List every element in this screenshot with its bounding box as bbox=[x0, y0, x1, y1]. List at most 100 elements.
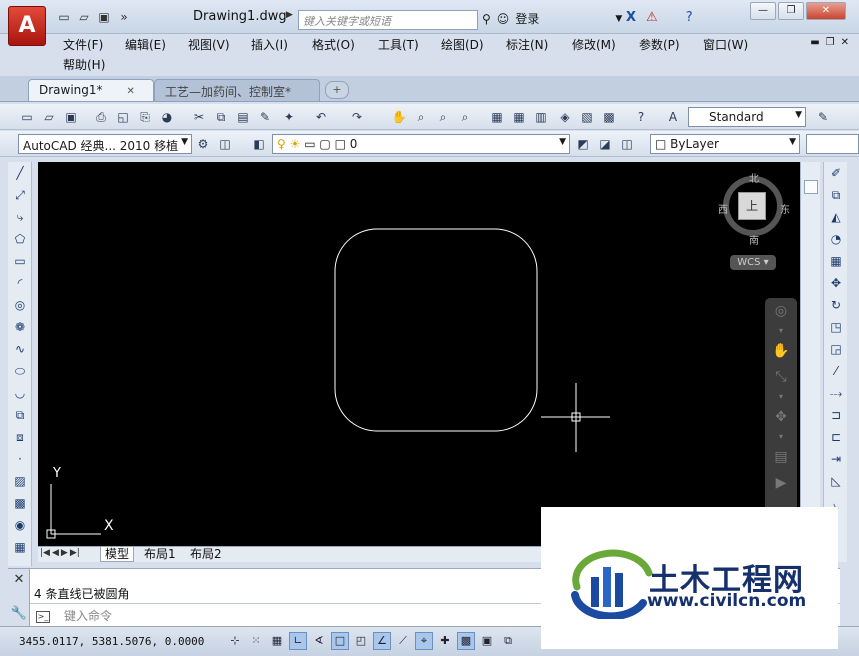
steering-wheel-icon[interactable]: ◎ bbox=[765, 298, 797, 324]
paste-icon[interactable]: ▤ bbox=[234, 108, 252, 126]
search-input[interactable]: 键入关键字或短语 bbox=[298, 10, 478, 30]
workspace-settings-icon[interactable]: ⚙ bbox=[194, 135, 212, 153]
polar-icon[interactable]: ∢ bbox=[310, 632, 328, 650]
compass-east[interactable]: 东 bbox=[780, 201, 790, 216]
text-style-select[interactable]: Standard ▼ bbox=[688, 107, 806, 127]
new-icon[interactable]: ▭ bbox=[18, 108, 36, 126]
circle-icon[interactable]: ◎ bbox=[8, 294, 32, 316]
copy-icon[interactable]: ⧉ bbox=[212, 108, 230, 126]
nav-chevron-icon[interactable]: ▾ bbox=[765, 324, 797, 338]
more-icon[interactable]: » bbox=[116, 9, 132, 25]
polyline-icon[interactable]: ⤷ bbox=[8, 206, 32, 228]
offset-icon[interactable]: ◔ bbox=[824, 228, 848, 250]
transparency-icon[interactable]: ▩ bbox=[457, 632, 475, 650]
grid-icon[interactable]: ▦ bbox=[268, 632, 286, 650]
region-icon[interactable]: ◉ bbox=[8, 514, 32, 536]
ortho-icon[interactable]: ∟ bbox=[289, 632, 307, 650]
compass-south[interactable]: 南 bbox=[749, 232, 759, 247]
dyn-icon[interactable]: ⌖ bbox=[415, 632, 433, 650]
selection-cycling-icon[interactable]: ⧉ bbox=[499, 632, 517, 650]
menu-dimension[interactable]: 标注(N) bbox=[506, 36, 548, 53]
open-file-icon[interactable]: ▱ bbox=[76, 9, 92, 25]
extend-icon[interactable]: ⤏ bbox=[824, 382, 848, 404]
command-prompt-icon[interactable]: >_ bbox=[36, 610, 50, 623]
customize-icon[interactable]: 🔧 bbox=[8, 603, 30, 625]
communication-icon[interactable]: ⚠ bbox=[646, 10, 658, 25]
scale-icon[interactable]: ◳ bbox=[824, 316, 848, 338]
move-icon[interactable]: ✥ bbox=[824, 272, 848, 294]
zoom-realtime-icon[interactable]: ⌕ bbox=[412, 108, 430, 126]
arc-icon[interactable]: ◜ bbox=[8, 272, 32, 294]
hatch-icon[interactable]: ▨ bbox=[8, 470, 32, 492]
doc-close-icon[interactable]: ✕ bbox=[841, 37, 849, 48]
rectangle-icon[interactable]: ▭ bbox=[8, 250, 32, 272]
menu-insert[interactable]: 插入(I) bbox=[251, 36, 288, 53]
stretch-icon[interactable]: ◲ bbox=[824, 338, 848, 360]
quick-properties-icon[interactable]: ▣ bbox=[478, 632, 496, 650]
erase-icon[interactable]: ✐ bbox=[824, 162, 848, 184]
showmotion-icon[interactable]: ▤ bbox=[765, 444, 797, 470]
array-icon[interactable]: ▦ bbox=[824, 250, 848, 272]
next-layout-icon[interactable]: ▶ bbox=[61, 548, 68, 558]
line-icon[interactable]: ╱ bbox=[8, 162, 32, 184]
polygon-icon[interactable]: ⬠ bbox=[8, 228, 32, 250]
ellipse-arc-icon[interactable]: ◡ bbox=[8, 382, 32, 404]
menu-edit[interactable]: 编辑(E) bbox=[125, 36, 166, 53]
chamfer-icon[interactable]: ◺ bbox=[824, 470, 848, 492]
copy-object-icon[interactable]: ⧉ bbox=[824, 184, 848, 206]
new-file-icon[interactable]: ▭ bbox=[56, 9, 72, 25]
layer-previous-icon[interactable]: ◪ bbox=[596, 135, 614, 153]
3d-dwf-icon[interactable]: ◕ bbox=[158, 108, 176, 126]
viewcube-top-face[interactable]: 上 bbox=[738, 192, 766, 220]
save-icon[interactable]: ▣ bbox=[96, 9, 112, 25]
layer-properties-icon[interactable]: ◧ bbox=[250, 135, 268, 153]
play-icon[interactable]: ▶ bbox=[765, 470, 797, 496]
text-style-icon[interactable]: A bbox=[664, 108, 682, 126]
insert-block-icon[interactable]: ⧉ bbox=[8, 404, 32, 426]
layer-states-icon[interactable]: ◫ bbox=[618, 135, 636, 153]
tab-layout2[interactable]: 布局2 bbox=[186, 547, 226, 562]
menu-draw[interactable]: 绘图(D) bbox=[441, 36, 484, 53]
snap-mode-icon[interactable]: ⁙ bbox=[247, 632, 265, 650]
nav-chevron-icon[interactable]: ▾ bbox=[765, 390, 797, 404]
tool-palettes-icon[interactable]: ▥ bbox=[532, 108, 550, 126]
new-tab-button[interactable]: + bbox=[325, 81, 349, 99]
tab-drawing1[interactable]: Drawing1* ✕ bbox=[28, 79, 154, 101]
markup-icon[interactable]: ▧ bbox=[578, 108, 596, 126]
ducs-icon[interactable]: ⟋ bbox=[394, 632, 412, 650]
workspace-toggle-icon[interactable]: ◫ bbox=[216, 135, 234, 153]
wcs-menu[interactable]: WCS ▾ bbox=[730, 255, 776, 270]
lineweight-icon[interactable]: ✚ bbox=[436, 632, 454, 650]
prev-layout-icon[interactable]: ◀ bbox=[52, 548, 59, 558]
drawing-canvas[interactable]: Y X 上 北 南 东 西 WCS ▾ ◎ ▾ ✋ ⤡ ▾ ✥ ▾ ▤ ▶ bbox=[38, 162, 800, 546]
binoculars-icon[interactable]: ⚲ bbox=[482, 12, 491, 26]
restore-button[interactable]: ❐ bbox=[778, 2, 804, 20]
rotate-icon[interactable]: ↻ bbox=[824, 294, 848, 316]
first-layout-icon[interactable]: |◀ bbox=[40, 548, 50, 558]
print-icon[interactable]: ⎙ bbox=[92, 108, 110, 126]
vertical-scrollbar[interactable] bbox=[800, 162, 820, 546]
ellipse-icon[interactable]: ⬭ bbox=[8, 360, 32, 382]
point-icon[interactable]: · bbox=[8, 448, 32, 470]
nav-chevron-icon[interactable]: ▾ bbox=[765, 430, 797, 444]
minimize-button[interactable]: — bbox=[750, 2, 776, 20]
menu-help[interactable]: 帮助(H) bbox=[63, 56, 105, 73]
menu-window[interactable]: 窗口(W) bbox=[703, 36, 748, 53]
compass-west[interactable]: 西 bbox=[718, 201, 728, 216]
zoom-window-icon[interactable]: ⌕ bbox=[434, 108, 452, 126]
coordinate-readout[interactable]: 3455.0117, 5381.5076, 0.0000 bbox=[19, 635, 204, 648]
mirror-icon[interactable]: ◭ bbox=[824, 206, 848, 228]
exchange-icon[interactable]: X bbox=[626, 10, 636, 25]
infer-constraints-icon[interactable]: ⊹ bbox=[226, 632, 244, 650]
make-block-icon[interactable]: ⧈ bbox=[8, 426, 32, 448]
properties-icon[interactable]: ▦ bbox=[488, 108, 506, 126]
layer-select[interactable]: ♀ ☀ ▭ ▢ □ 0 ▼ bbox=[272, 134, 570, 154]
zoom-extents-icon[interactable]: ⤡ bbox=[765, 364, 797, 390]
tab-layout1[interactable]: 布局1 bbox=[140, 547, 180, 562]
workspace-select[interactable]: AutoCAD 经典... 2010 移植 ▼ bbox=[18, 134, 192, 154]
dimension-style-icon[interactable]: ✎ bbox=[814, 108, 832, 126]
3d-osnap-icon[interactable]: ◰ bbox=[352, 632, 370, 650]
menu-modify[interactable]: 修改(M) bbox=[572, 36, 616, 53]
break-icon[interactable]: ⊏ bbox=[824, 426, 848, 448]
make-current-layer-icon[interactable]: ◩ bbox=[574, 135, 592, 153]
